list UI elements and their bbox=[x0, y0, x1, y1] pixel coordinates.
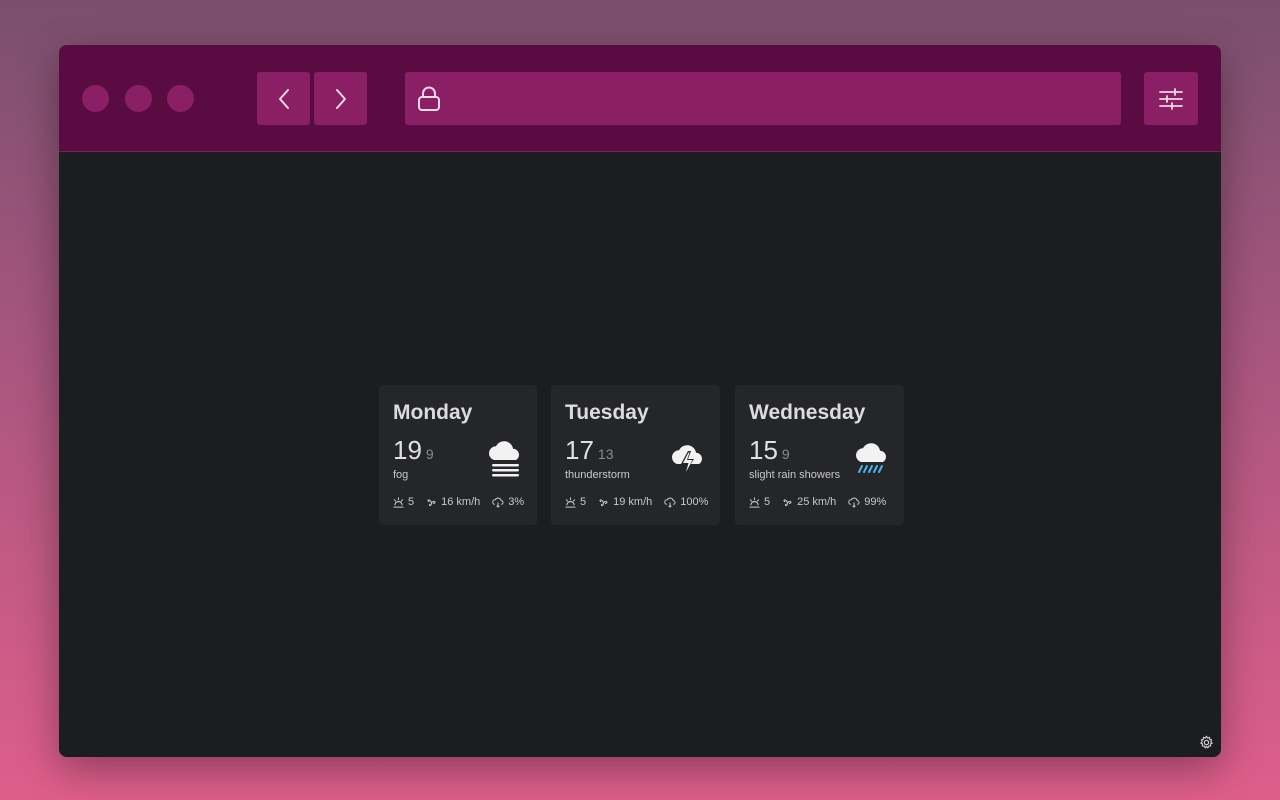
temp-low: 9 bbox=[781, 446, 790, 462]
precip-stat: 99% bbox=[848, 496, 886, 508]
chevron-right-icon bbox=[335, 88, 346, 109]
settings-menu-button[interactable] bbox=[1144, 72, 1198, 125]
uv-stat: 5 bbox=[393, 496, 414, 508]
wind-value: 19 km/h bbox=[613, 496, 653, 508]
uv-stat: 5 bbox=[565, 496, 586, 508]
window-maximize-dot[interactable] bbox=[167, 85, 194, 112]
fog-icon bbox=[489, 441, 520, 477]
wind-stat: 25 km/h bbox=[782, 496, 836, 508]
temp-high: 17 bbox=[565, 435, 594, 465]
browser-window: Monday 19 9 fog 5 16 km/h 3% Tuesday 17 … bbox=[59, 45, 1221, 757]
chevron-left-icon bbox=[278, 88, 289, 109]
address-input[interactable] bbox=[453, 72, 1107, 127]
precip-value: 99% bbox=[864, 496, 887, 508]
back-button[interactable] bbox=[257, 72, 310, 125]
wind-stat: 19 km/h bbox=[598, 496, 652, 508]
address-bar[interactable] bbox=[405, 72, 1121, 127]
wind-icon bbox=[783, 498, 792, 506]
rain-showers-icon bbox=[856, 443, 887, 473]
forecast-card: Tuesday 17 13 thunderstorm 5 19 km/h 100… bbox=[551, 385, 720, 525]
uv-sun-icon bbox=[565, 496, 576, 508]
uv-stat: 5 bbox=[749, 496, 770, 508]
day-name: Monday bbox=[393, 401, 473, 424]
wind-stat: 16 km/h bbox=[426, 496, 480, 508]
wind-value: 25 km/h bbox=[797, 496, 837, 508]
temperatures: 15 9 bbox=[749, 435, 790, 466]
forecast-card: Monday 19 9 fog 5 16 km/h 3% bbox=[379, 385, 537, 525]
sliders-icon bbox=[1159, 87, 1183, 110]
thunderstorm-icon bbox=[672, 445, 703, 475]
browser-toolbar bbox=[59, 45, 1221, 152]
condition-text: fog bbox=[393, 469, 409, 481]
precip-value: 100% bbox=[680, 496, 709, 508]
lock-icon bbox=[418, 86, 440, 111]
forward-button[interactable] bbox=[314, 72, 367, 125]
forecast-card: Wednesday 15 9 slight rain showers 5 25 … bbox=[735, 385, 904, 525]
precip-value: 3% bbox=[508, 496, 525, 508]
uv-sun-icon bbox=[393, 496, 404, 508]
day-name: Wednesday bbox=[749, 401, 866, 424]
precip-stat: 3% bbox=[492, 496, 524, 508]
stats-row: 5 16 km/h 3% bbox=[393, 496, 524, 508]
condition-text: slight rain showers bbox=[749, 469, 841, 481]
condition-text: thunderstorm bbox=[565, 469, 630, 481]
temperatures: 17 13 bbox=[565, 435, 614, 466]
cloud-rain-icon bbox=[664, 497, 676, 508]
wind-value: 16 km/h bbox=[441, 496, 481, 508]
uv-value: 5 bbox=[580, 496, 587, 508]
day-name: Tuesday bbox=[565, 401, 649, 424]
temp-high: 19 bbox=[393, 435, 422, 465]
cloud-rain-icon bbox=[492, 497, 504, 508]
gear-icon[interactable] bbox=[1199, 735, 1214, 750]
stats-row: 5 19 km/h 100% bbox=[565, 496, 708, 508]
temp-low: 13 bbox=[597, 446, 614, 462]
cloud-rain-icon bbox=[848, 497, 860, 508]
uv-value: 5 bbox=[764, 496, 771, 508]
stats-row: 5 25 km/h 99% bbox=[749, 496, 886, 508]
precip-stat: 100% bbox=[664, 496, 708, 508]
temp-low: 9 bbox=[425, 446, 434, 462]
temp-high: 15 bbox=[749, 435, 778, 465]
wind-icon bbox=[599, 498, 608, 506]
window-close-dot[interactable] bbox=[82, 85, 109, 112]
uv-sun-icon bbox=[749, 496, 760, 508]
uv-value: 5 bbox=[408, 496, 415, 508]
wind-icon bbox=[427, 498, 436, 506]
page-content: Monday 19 9 fog 5 16 km/h 3% Tuesday 17 … bbox=[59, 152, 1221, 757]
window-minimize-dot[interactable] bbox=[125, 85, 152, 112]
temperatures: 19 9 bbox=[393, 435, 434, 466]
